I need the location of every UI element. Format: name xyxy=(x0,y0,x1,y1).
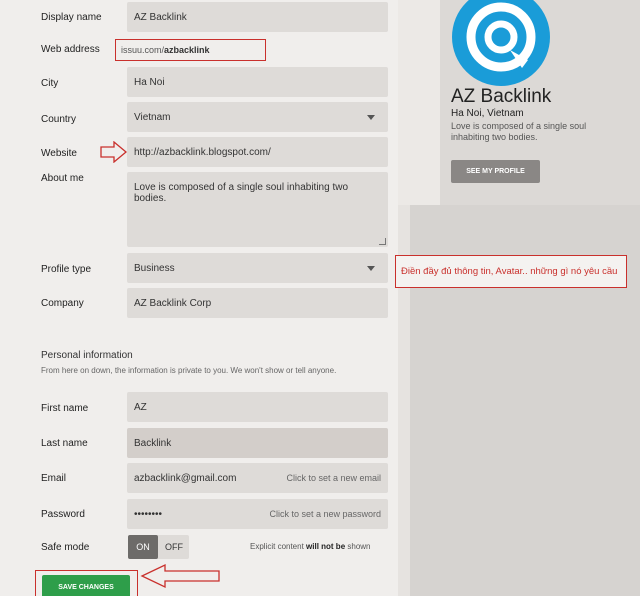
safe-mode-toggle[interactable]: ON OFF xyxy=(128,535,189,559)
about-me-textarea[interactable]: Love is composed of a single soul inhabi… xyxy=(127,172,388,247)
save-changes-button[interactable]: SAVE CHANGES xyxy=(42,575,130,596)
about-me-value: Love is composed of a single soul inhabi… xyxy=(134,182,349,204)
email-label: Email xyxy=(41,473,67,484)
display-name-value: AZ Backlink xyxy=(134,12,187,23)
city-label: City xyxy=(41,78,59,89)
web-address-field[interactable]: issuu.com/azbacklink xyxy=(115,39,266,61)
profile-location: Ha Noi, Vietnam xyxy=(451,108,524,119)
company-value: AZ Backlink Corp xyxy=(134,298,212,309)
chevron-down-icon xyxy=(367,115,375,120)
first-name-field[interactable]: AZ xyxy=(127,392,388,422)
last-name-field[interactable]: Backlink xyxy=(127,428,388,458)
password-hint[interactable]: Click to set a new password xyxy=(269,509,381,519)
web-address-prefix: issuu.com/ xyxy=(121,45,165,55)
country-label: Country xyxy=(41,114,77,125)
personal-info-subtitle: From here on down, the information is pr… xyxy=(41,366,337,375)
about-me-label: About me xyxy=(41,173,84,184)
email-field[interactable]: azbacklink@gmail.com Click to set a new e… xyxy=(127,463,388,493)
city-field[interactable]: Ha Noi xyxy=(127,67,388,97)
country-value: Vietnam xyxy=(134,112,171,123)
web-address-label: Web address xyxy=(41,44,100,55)
website-field[interactable]: http://azbacklink.blogspot.com/ xyxy=(127,137,388,167)
personal-info-heading: Personal information xyxy=(41,350,133,361)
arrow-right-icon xyxy=(100,141,128,163)
first-name-value: AZ xyxy=(134,402,147,413)
website-label: Website xyxy=(41,148,77,159)
display-name-label: Display name xyxy=(41,12,102,23)
first-name-label: First name xyxy=(41,403,89,414)
logo-icon xyxy=(466,2,536,72)
safe-note-pre: Explicit content xyxy=(250,542,307,551)
annotation-note: Điền đầy đủ thông tin, Avatar.. những gì… xyxy=(395,255,627,288)
profile-name: AZ Backlink xyxy=(451,86,552,107)
safe-mode-label: Safe mode xyxy=(41,542,90,553)
website-value: http://azbacklink.blogspot.com/ xyxy=(134,147,271,158)
profile-bio: Love is composed of a single soul inhabi… xyxy=(451,121,587,142)
safe-mode-off-option[interactable]: OFF xyxy=(159,535,189,559)
password-field[interactable]: •••••••• Click to set a new password xyxy=(127,499,388,529)
safe-mode-note: Explicit content will not be shown xyxy=(250,542,371,551)
email-value: azbacklink@gmail.com xyxy=(134,473,237,484)
city-value: Ha Noi xyxy=(134,77,165,88)
profile-type-value: Business xyxy=(134,263,175,274)
safe-mode-on-option[interactable]: ON xyxy=(128,535,158,559)
email-hint[interactable]: Click to set a new email xyxy=(286,473,381,483)
see-my-profile-button[interactable]: SEE MY PROFILE xyxy=(451,160,540,183)
country-select[interactable]: Vietnam xyxy=(127,102,388,132)
profile-type-label: Profile type xyxy=(41,264,92,275)
chevron-down-icon xyxy=(367,266,375,271)
last-name-label: Last name xyxy=(41,438,88,449)
safe-note-bold: will not be xyxy=(306,542,346,551)
avatar xyxy=(452,0,550,86)
display-name-field[interactable]: AZ Backlink xyxy=(127,2,388,32)
safe-note-post: shown xyxy=(345,542,371,551)
company-field[interactable]: AZ Backlink Corp xyxy=(127,288,388,318)
resize-handle-icon[interactable] xyxy=(379,238,386,245)
company-label: Company xyxy=(41,298,84,309)
web-address-value: azbacklink xyxy=(164,45,210,55)
last-name-value: Backlink xyxy=(134,438,172,449)
password-label: Password xyxy=(41,509,85,520)
arrow-left-icon xyxy=(140,563,220,589)
password-value: •••••••• xyxy=(134,509,163,520)
profile-type-select[interactable]: Business xyxy=(127,253,388,283)
